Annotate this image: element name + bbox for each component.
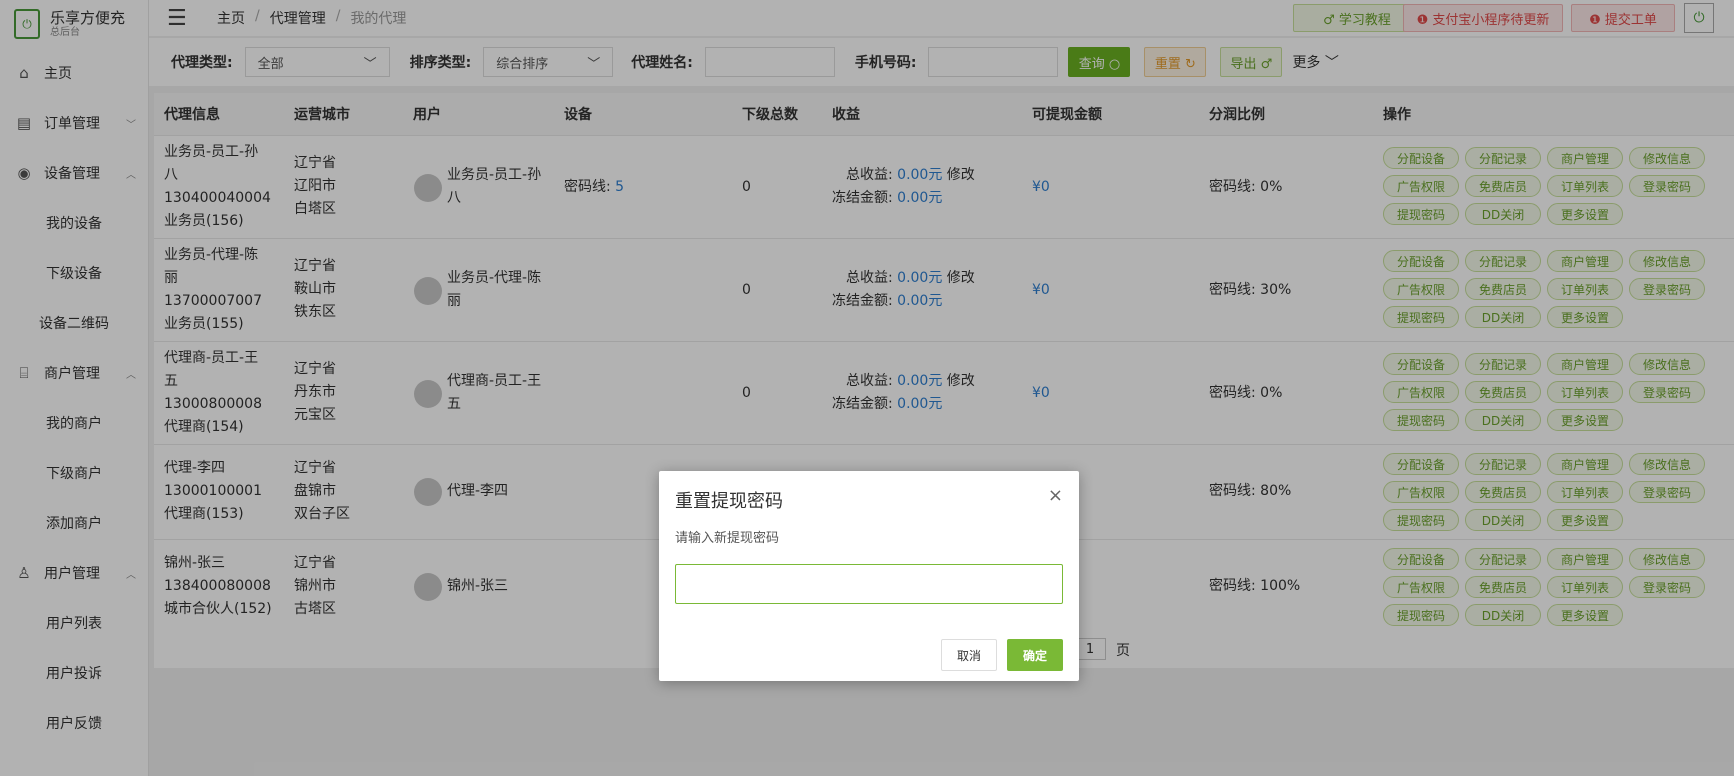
confirm-button[interactable]: 确定 xyxy=(1007,639,1063,671)
reset-withdraw-password-dialog: 重置提现密码 × 请输入新提现密码 取消 确定 xyxy=(659,471,1079,681)
dialog-prompt: 请输入新提现密码 xyxy=(675,531,780,546)
close-icon[interactable]: × xyxy=(1048,485,1063,506)
new-withdraw-password-input[interactable] xyxy=(675,564,1063,604)
dialog-title: 重置提现密码 xyxy=(675,491,783,512)
cancel-button[interactable]: 取消 xyxy=(941,639,997,671)
